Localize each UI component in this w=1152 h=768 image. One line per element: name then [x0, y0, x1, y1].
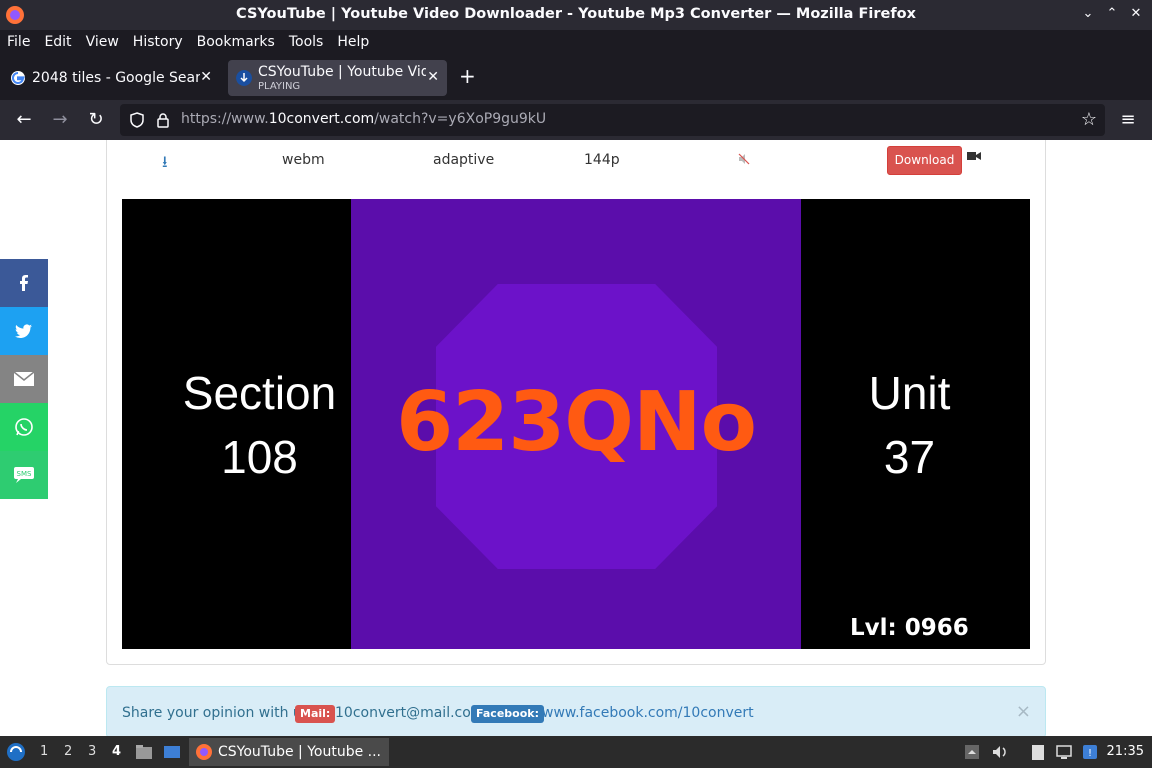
sms-share-icon[interactable]: SMS — [0, 451, 48, 499]
file-manager-icon[interactable] — [135, 743, 153, 761]
whatsapp-share-icon[interactable] — [0, 403, 48, 451]
desktop-icon[interactable] — [163, 743, 181, 761]
tab-google-search[interactable]: 2048 tiles - Google Search ✕ — [4, 60, 220, 96]
window-title: CSYouTube | Youtube Video Downloader - Y… — [236, 6, 916, 22]
banner-text: Share your opinion with us! — [122, 705, 315, 721]
lock-icon[interactable] — [154, 111, 172, 129]
menu-tools[interactable]: Tools — [289, 34, 324, 50]
task-label: CSYouTube | Youtube ... — [218, 744, 382, 760]
email-share-icon[interactable] — [0, 355, 48, 403]
notification-icon[interactable]: ! — [1081, 743, 1099, 761]
menu-file[interactable]: File — [7, 34, 30, 50]
taskbar-firefox-task[interactable]: CSYouTube | Youtube ... — [189, 738, 389, 766]
video-player[interactable]: 623QNo Section 108 Unit 37 Lvl: 0966 — [122, 199, 1030, 649]
reload-icon[interactable]: ↻ — [85, 109, 107, 131]
social-share-bar: SMS — [0, 259, 48, 499]
clipboard-icon[interactable] — [1029, 743, 1047, 761]
csyoutube-favicon-icon — [236, 70, 252, 86]
firefox-icon — [196, 744, 212, 760]
svg-text:SMS: SMS — [17, 470, 32, 478]
hamburger-menu-icon[interactable]: ≡ — [1117, 109, 1139, 131]
new-tab-icon[interactable]: + — [459, 64, 476, 88]
muted-audio-icon — [738, 153, 750, 165]
tab-playing-status: PLAYING — [258, 81, 301, 92]
tab-close-icon[interactable]: ✕ — [427, 69, 439, 85]
tab-label: CSYouTube | Youtube Video Downloader — [258, 64, 426, 80]
workspace-1[interactable]: 1 — [40, 744, 48, 759]
back-icon[interactable]: ← — [13, 109, 35, 131]
banner-close-icon[interactable]: × — [1016, 701, 1031, 722]
forward-icon[interactable]: → — [49, 109, 71, 131]
video-code-text: 623QNo — [396, 375, 757, 470]
video-camera-icon — [967, 152, 981, 160]
url-text[interactable]: https://www.10convert.com/watch?v=y6XoP9… — [181, 111, 546, 127]
twitter-share-icon[interactable] — [0, 307, 48, 355]
format-cell: webm — [282, 152, 325, 168]
facebook-share-icon[interactable] — [0, 259, 48, 307]
menu-history[interactable]: History — [133, 34, 183, 50]
tab-close-icon[interactable]: ✕ — [200, 69, 212, 85]
clock: 21:35 — [1106, 744, 1144, 759]
level-text: Lvl: 0966 — [850, 615, 969, 641]
mail-badge: Mail: — [295, 705, 336, 723]
table-row: ⭳ webm adaptive 144p Download — [107, 141, 1047, 181]
maximize-icon[interactable]: ⌃ — [1102, 4, 1122, 24]
menu-edit[interactable]: Edit — [44, 34, 71, 50]
mail-address[interactable]: 10convert@mail.com — [335, 705, 484, 721]
bookmark-star-icon[interactable]: ☆ — [1078, 109, 1100, 131]
menu-view[interactable]: View — [86, 34, 119, 50]
minimize-icon[interactable]: ⌄ — [1078, 4, 1098, 24]
opinion-banner: Share your opinion with us! Mail: 10conv… — [106, 686, 1046, 736]
svg-text:!: ! — [1088, 748, 1092, 759]
close-icon[interactable]: ✕ — [1126, 4, 1146, 24]
workspace-4[interactable]: 4 — [112, 744, 121, 759]
start-menu-icon[interactable] — [6, 742, 26, 762]
url-bar[interactable]: https://www.10convert.com/watch?v=y6XoP9… — [120, 104, 1105, 136]
quality-cell: 144p — [584, 152, 620, 168]
network-icon[interactable] — [1055, 743, 1073, 761]
download-button[interactable]: Download — [887, 146, 962, 175]
tab-label: 2048 tiles - Google Search — [32, 69, 200, 86]
volume-icon[interactable] — [991, 743, 1009, 761]
facebook-link[interactable]: www.facebook.com/10convert — [542, 705, 754, 721]
page-content: ⭳ webm adaptive 144p Download 623QNo Sec… — [0, 140, 1152, 736]
facebook-badge: Facebook: — [471, 705, 544, 723]
tray-up-icon[interactable] — [963, 743, 981, 761]
workspace-2[interactable]: 2 — [64, 744, 72, 759]
section-label: Section 108 — [182, 367, 337, 483]
shield-icon[interactable] — [128, 111, 146, 129]
tab-bar: 2048 tiles - Google Search ✕ CSYouTube |… — [0, 54, 1152, 100]
system-taskbar: 1 2 3 4 CSYouTube | Youtube ... ! 21:35 — [0, 736, 1152, 768]
tab-csyoutube[interactable]: CSYouTube | Youtube Video Downloader PLA… — [228, 60, 447, 96]
menu-bar: File Edit View History Bookmarks Tools H… — [0, 30, 1152, 54]
type-cell: adaptive — [433, 152, 495, 168]
google-icon — [11, 71, 25, 85]
workspace-3[interactable]: 3 — [88, 744, 96, 759]
menu-bookmarks[interactable]: Bookmarks — [197, 34, 275, 50]
menu-help[interactable]: Help — [337, 34, 369, 50]
unit-label: Unit 37 — [868, 367, 951, 483]
download-arrow-icon[interactable]: ⭳ — [162, 151, 168, 178]
navigation-bar: ← → ↻ https://www.10convert.com/watch?v=… — [0, 100, 1152, 140]
window-titlebar: CSYouTube | Youtube Video Downloader - Y… — [0, 0, 1152, 30]
